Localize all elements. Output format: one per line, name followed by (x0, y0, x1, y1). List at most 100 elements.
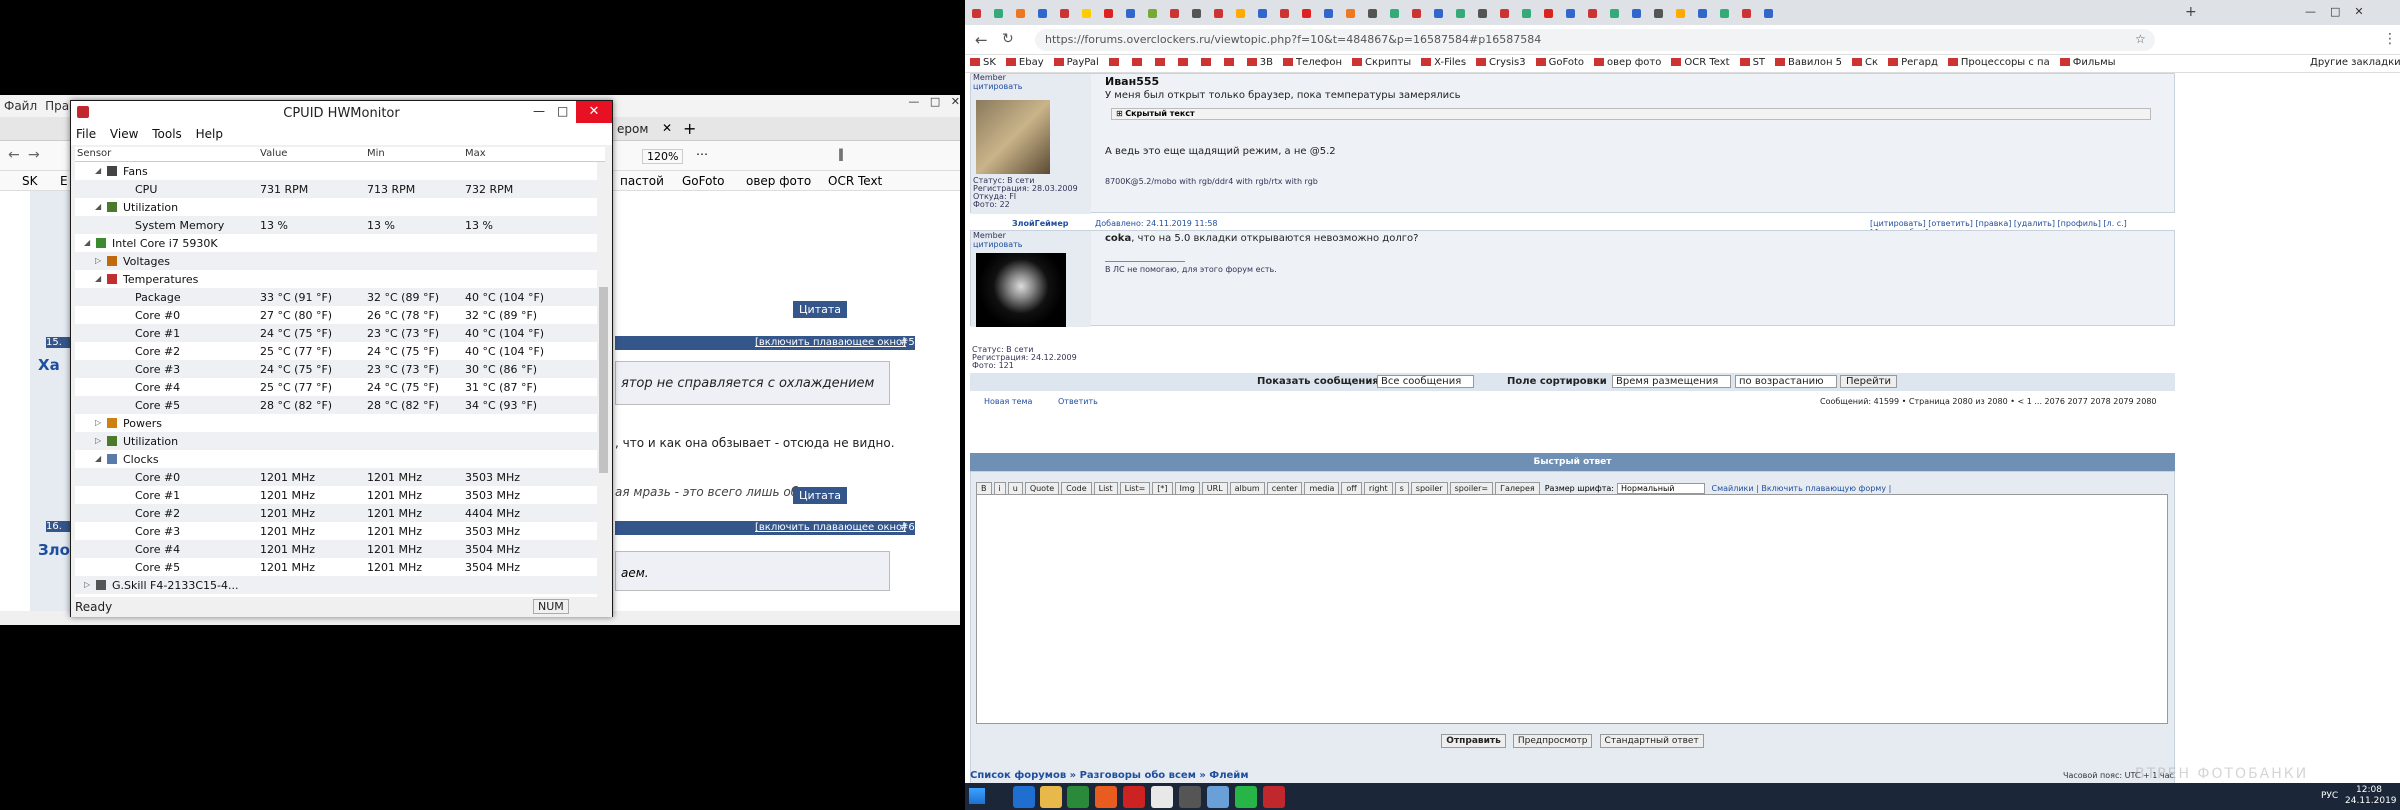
sensor-row[interactable]: Core #5 28 °C (82 °F) 28 °C (82 °F) 34 °C (… (75, 396, 603, 414)
browser-tab[interactable] (1119, 4, 1141, 24)
bookmark-item[interactable]: Скрипты (1347, 55, 1416, 70)
sensor-row[interactable]: Core #3 1201 MHz 1201 MHz 3503 MHz (75, 522, 603, 540)
expand-toggle-icon[interactable]: ▷ (95, 436, 101, 445)
bookmark-paste[interactable]: пастой (620, 174, 664, 188)
hidden-text-block[interactable]: ⊞ Скрытый текст (1111, 108, 2151, 120)
preview-button[interactable]: Предпросмотр (1512, 734, 1593, 748)
new-topic-link[interactable]: Новая тема (984, 397, 1032, 406)
browser-tab[interactable] (1559, 4, 1581, 24)
forward-icon[interactable]: → (28, 147, 40, 163)
expand-toggle-icon[interactable]: ▷ (95, 418, 101, 427)
browser-tab[interactable] (1229, 4, 1251, 24)
browser-tab[interactable] (1207, 4, 1229, 24)
browser-tab[interactable] (1141, 4, 1163, 24)
bookmark-item[interactable]: Фильмы (2055, 55, 2121, 70)
browser-tab[interactable] (1317, 4, 1339, 24)
show-select[interactable]: Все сообщения (1377, 375, 1475, 388)
scrollbar-thumb[interactable] (599, 287, 608, 473)
bookmark-item[interactable]: Ск (1847, 55, 1883, 70)
browser-tab[interactable] (1097, 4, 1119, 24)
app-icon[interactable] (1179, 786, 1201, 808)
menu-file[interactable]: File (71, 125, 101, 143)
notepad-icon[interactable] (1207, 786, 1229, 808)
browser-tab[interactable] (1053, 4, 1075, 24)
sensor-row[interactable]: ◢ Utilization (75, 198, 603, 216)
clock-time[interactable]: 12:08 (2356, 785, 2382, 795)
column-min[interactable]: Min (367, 148, 385, 159)
browser-tab[interactable] (1713, 4, 1735, 24)
sensor-row[interactable]: System Memory 13 % 13 % 13 % (75, 216, 603, 234)
new-tab-icon[interactable]: + (2185, 4, 2197, 20)
breadcrumb[interactable]: Список форумов » Разговоры обо всем » Фл… (970, 770, 1249, 781)
sensor-row[interactable]: Core #1 1201 MHz 1201 MHz 3503 MHz (75, 486, 603, 504)
font-size-select[interactable]: Нормальный (1616, 483, 1706, 494)
firefox-tab-partial[interactable]: ером (617, 122, 648, 136)
more-icon[interactable]: ⋯ (696, 147, 708, 161)
whatsapp-icon[interactable] (1235, 786, 1257, 808)
float-window-link[interactable]: [включить плавающее окно] (755, 522, 906, 533)
browser-tab[interactable] (1009, 4, 1031, 24)
send-button[interactable]: Отправить (1441, 734, 1506, 748)
bookmark-item[interactable] (1173, 55, 1196, 70)
browser-tab[interactable] (1449, 4, 1471, 24)
zoom-level[interactable]: 120% (642, 149, 684, 164)
close-tab-icon[interactable]: ✕ (662, 121, 672, 135)
bookmark-gofoto[interactable]: GoFoto (682, 174, 725, 188)
browser-tab[interactable] (1185, 4, 1207, 24)
browser-tab[interactable] (1647, 4, 1669, 24)
bookmark-item[interactable]: 3B (1242, 55, 1278, 70)
bookmark-e[interactable]: E (60, 174, 68, 188)
sensor-row[interactable]: Core #5 1201 MHz 1201 MHz 3504 MHz (75, 558, 603, 576)
order-select[interactable]: по возрастанию (1735, 375, 1837, 388)
reply-link[interactable]: Ответить (1058, 397, 1098, 406)
bookmark-over-foto[interactable]: овер фото (746, 174, 811, 188)
smilies-link[interactable]: Смайлики | Включить плавающую форму | (1711, 484, 1891, 493)
hwmonitor-titlebar[interactable]: CPUID HWMonitor — □ ✕ (71, 101, 612, 125)
sensor-row[interactable]: Package 33 °C (91 °F) 32 °C (89 °F) 40 °C (… (75, 288, 603, 306)
column-value[interactable]: Value (260, 148, 287, 159)
expand-toggle-icon[interactable]: ▷ (84, 580, 90, 589)
browser-tab[interactable] (1669, 4, 1691, 24)
menu-help[interactable]: Help (191, 125, 228, 143)
bookmark-item[interactable]: Регард (1883, 55, 1943, 70)
sort-select[interactable]: Время размещения (1612, 375, 1732, 388)
browser-tab[interactable] (1339, 4, 1361, 24)
language-indicator[interactable]: РУС (2321, 791, 2338, 801)
bookmark-item[interactable]: Телефон (1278, 55, 1347, 70)
bookmark-item[interactable] (1196, 55, 1219, 70)
browser-tab[interactable] (1515, 4, 1537, 24)
excel-icon[interactable] (1067, 786, 1089, 808)
bookmark-item[interactable]: Процессоры с па (1943, 55, 2055, 70)
cite-link[interactable]: цитировать (973, 82, 1022, 91)
reload-icon[interactable]: ↻ (1002, 31, 1014, 47)
browser-tab[interactable] (1735, 4, 1757, 24)
back-icon[interactable]: ← (8, 147, 20, 163)
expand-toggle-icon[interactable]: ◢ (95, 454, 101, 463)
browser-tab[interactable] (1493, 4, 1515, 24)
bookmark-item[interactable] (1127, 55, 1150, 70)
menu-view[interactable]: View (105, 125, 143, 143)
browser-tab[interactable] (965, 4, 987, 24)
expand-toggle-icon[interactable]: ◢ (95, 166, 101, 175)
edge-icon[interactable] (1013, 786, 1035, 808)
sensor-row[interactable]: ◢ Clocks (75, 450, 603, 468)
browser-tab[interactable] (1757, 4, 1779, 24)
browser-tab[interactable] (987, 4, 1009, 24)
bookmark-item[interactable]: OCR Text (1666, 55, 1734, 70)
sensor-row[interactable]: CPU 731 RPM 713 RPM 732 RPM (75, 180, 603, 198)
browser-tab[interactable] (1295, 4, 1317, 24)
bookmark-item[interactable]: ST (1735, 55, 1770, 70)
browser-tab[interactable] (1031, 4, 1053, 24)
sensor-row[interactable]: ▷ Utilization (75, 432, 603, 450)
sensor-row[interactable]: Core #0 27 °C (80 °F) 26 °C (78 °F) 32 °C (… (75, 306, 603, 324)
message-textarea[interactable] (976, 494, 2168, 724)
bookmark-item[interactable] (1219, 55, 1242, 70)
author-name[interactable]: Иван555 (1105, 75, 1159, 88)
browser-tab[interactable] (1361, 4, 1383, 24)
bookmark-item[interactable]: овер фото (1589, 55, 1666, 70)
cite-link[interactable]: цитировать (973, 240, 1022, 249)
bookmark-item[interactable]: GoFoto (1531, 55, 1589, 70)
browser-tab[interactable] (1537, 4, 1559, 24)
bookmark-ocr[interactable]: OCR Text (828, 174, 882, 188)
bookmark-item[interactable]: Ebay (1001, 55, 1049, 70)
